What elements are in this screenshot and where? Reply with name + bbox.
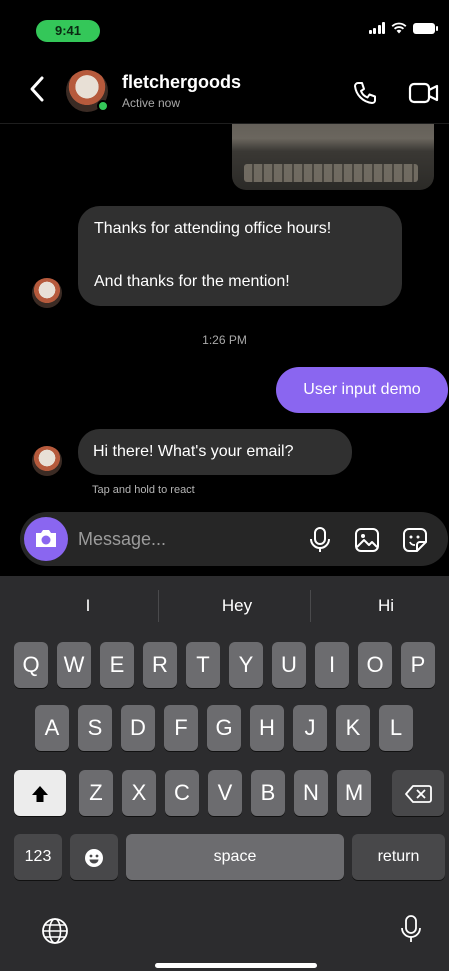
- message-input[interactable]: [78, 512, 298, 566]
- key-o[interactable]: O: [358, 642, 392, 688]
- key-m[interactable]: M: [337, 770, 371, 816]
- cellular-signal-icon: [368, 22, 385, 34]
- message-thread[interactable]: Thanks for attending office hours! And t…: [0, 124, 449, 512]
- chevron-left-icon[interactable]: [26, 74, 50, 104]
- shared-photo[interactable]: [232, 124, 434, 190]
- key-u[interactable]: U: [272, 642, 306, 688]
- suggestion[interactable]: Hi: [316, 596, 449, 616]
- key-z[interactable]: Z: [79, 770, 113, 816]
- message-timestamp: 1:26 PM: [202, 333, 247, 347]
- conversation-header: fletchergoods Active now: [0, 58, 449, 124]
- suggestion[interactable]: Hey: [167, 596, 307, 616]
- dictation-microphone-icon[interactable]: [396, 914, 426, 944]
- key-l[interactable]: L: [379, 705, 413, 751]
- key-r[interactable]: R: [143, 642, 177, 688]
- camera-button[interactable]: [24, 517, 68, 561]
- online-status-dot: [97, 100, 109, 112]
- message-text: And thanks for the mention!: [94, 273, 290, 290]
- key-k[interactable]: K: [336, 705, 370, 751]
- image-icon[interactable]: [354, 527, 380, 553]
- keyboard: I Hey Hi Q W E R T Y U I O P A S D F G H…: [0, 576, 449, 971]
- key-p[interactable]: P: [401, 642, 435, 688]
- key-e[interactable]: E: [100, 642, 134, 688]
- key-h[interactable]: H: [250, 705, 284, 751]
- key-y[interactable]: Y: [229, 642, 263, 688]
- home-indicator[interactable]: [155, 963, 317, 968]
- key-s[interactable]: S: [78, 705, 112, 751]
- key-t[interactable]: T: [186, 642, 220, 688]
- return-key[interactable]: return: [352, 834, 445, 880]
- status-bar: 9:41: [0, 0, 449, 58]
- emoji-key[interactable]: [70, 834, 118, 880]
- key-q[interactable]: Q: [14, 642, 48, 688]
- sticker-icon[interactable]: [402, 527, 428, 553]
- message-text: Thanks for attending office hours!: [94, 220, 332, 237]
- key-f[interactable]: F: [164, 705, 198, 751]
- video-camera-icon[interactable]: [408, 80, 440, 106]
- predictive-bar: I Hey Hi: [0, 576, 449, 636]
- shift-arrow-icon: [32, 786, 48, 803]
- active-status: Active now: [122, 96, 181, 110]
- sender-avatar[interactable]: [32, 446, 62, 476]
- battery-icon: [413, 22, 438, 34]
- key-i[interactable]: I: [315, 642, 349, 688]
- key-g[interactable]: G: [207, 705, 241, 751]
- key-w[interactable]: W: [57, 642, 91, 688]
- suggestion[interactable]: I: [18, 596, 158, 616]
- conversation-username[interactable]: fletchergoods: [122, 72, 241, 93]
- key-c[interactable]: C: [165, 770, 199, 816]
- status-time: 9:41: [36, 20, 100, 42]
- microphone-icon[interactable]: [308, 526, 332, 554]
- key-v[interactable]: V: [208, 770, 242, 816]
- key-b[interactable]: B: [251, 770, 285, 816]
- received-message[interactable]: Thanks for attending office hours! And t…: [78, 206, 402, 306]
- camera-icon: [36, 530, 56, 547]
- globe-icon[interactable]: [40, 916, 70, 946]
- status-icons: [368, 22, 438, 34]
- sent-message[interactable]: User input demo: [276, 367, 448, 413]
- react-hint: Tap and hold to react: [92, 484, 195, 496]
- emoji-icon: [85, 849, 103, 868]
- key-a[interactable]: A: [35, 705, 69, 751]
- shift-key[interactable]: [14, 770, 66, 816]
- backspace-key[interactable]: [392, 770, 444, 816]
- sender-avatar[interactable]: [32, 278, 62, 308]
- key-d[interactable]: D: [121, 705, 155, 751]
- received-message[interactable]: Hi there! What's your email?: [78, 429, 352, 475]
- key-n[interactable]: N: [294, 770, 328, 816]
- numbers-key[interactable]: 123: [14, 834, 62, 880]
- delete-backward-icon: [405, 785, 432, 804]
- key-j[interactable]: J: [293, 705, 327, 751]
- message-composer: [20, 512, 448, 566]
- wifi-icon: [391, 22, 407, 34]
- space-key[interactable]: space: [126, 834, 344, 880]
- key-x[interactable]: X: [122, 770, 156, 816]
- phone-icon[interactable]: [352, 80, 378, 106]
